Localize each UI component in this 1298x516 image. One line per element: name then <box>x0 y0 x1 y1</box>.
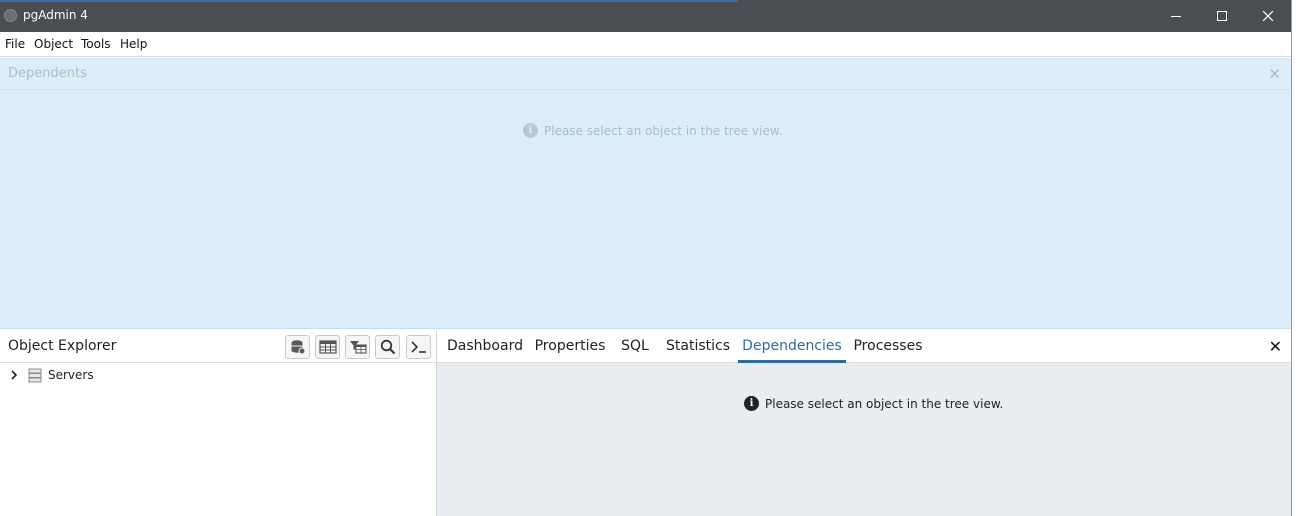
maximize-button[interactable] <box>1199 0 1245 32</box>
info-icon: i <box>523 123 538 138</box>
dependents-panel-message: i Please select an object in the tree vi… <box>523 123 782 138</box>
dependents-panel-header[interactable]: Dependents ✕ <box>0 58 1291 90</box>
terminal-icon <box>410 341 426 353</box>
tab-properties[interactable]: Properties <box>531 331 609 363</box>
query-tool-button[interactable] <box>285 335 310 359</box>
menu-file[interactable]: File <box>5 37 25 51</box>
dependencies-message-text: Please select an object in the tree view… <box>765 396 1004 411</box>
tree-item-label: Servers <box>48 368 94 382</box>
title-accent-line <box>0 0 738 2</box>
pgadmin-app-icon <box>4 9 17 22</box>
menu-bar: File Object Tools Help <box>0 32 1291 57</box>
dependents-floating-panel: Dependents ✕ i Please select an object i… <box>0 58 1291 329</box>
menu-tools[interactable]: Tools <box>81 37 111 51</box>
dependencies-message: i Please select an object in the tree vi… <box>744 396 1003 411</box>
table-icon <box>318 340 337 354</box>
close-window-button[interactable] <box>1245 0 1291 32</box>
tab-bar: Dashboard Properties SQL Statistics Depe… <box>437 331 1291 363</box>
server-group-icon <box>28 368 42 383</box>
minimize-button[interactable] <box>1153 0 1199 32</box>
search-objects-button[interactable] <box>375 335 400 359</box>
dependents-panel-close-icon[interactable]: ✕ <box>1268 65 1281 83</box>
background-window-edge <box>1291 0 1298 516</box>
close-tab-icon[interactable]: ✕ <box>1269 337 1282 356</box>
tree-item-servers[interactable]: Servers <box>0 367 430 385</box>
object-explorer-title: Object Explorer <box>8 338 117 354</box>
tab-dashboard[interactable]: Dashboard <box>441 331 529 363</box>
tab-statistics[interactable]: Statistics <box>664 331 732 363</box>
object-explorer-panel: Object Explorer Servers <box>0 331 437 516</box>
search-icon <box>380 339 395 355</box>
psql-tool-button[interactable] <box>406 335 431 359</box>
view-data-button[interactable] <box>315 335 340 359</box>
window-title: pgAdmin 4 <box>23 8 88 22</box>
tab-dependencies[interactable]: Dependencies <box>738 331 846 363</box>
filter-table-icon <box>349 341 367 354</box>
tab-processes[interactable]: Processes <box>851 331 925 363</box>
chevron-right-icon[interactable] <box>10 370 18 380</box>
menu-object[interactable]: Object <box>34 37 73 51</box>
menu-help[interactable]: Help <box>120 37 147 51</box>
pgadmin-window: pgAdmin 4 File Object Tools Help Depende… <box>0 0 1298 516</box>
close-icon <box>1262 10 1274 22</box>
object-explorer-header: Object Explorer <box>0 331 436 363</box>
minimize-icon <box>1171 16 1181 17</box>
maximize-icon <box>1217 11 1227 21</box>
main-tab-panel: Dashboard Properties SQL Statistics Depe… <box>437 331 1291 516</box>
info-icon: i <box>744 396 759 411</box>
filtered-rows-button[interactable] <box>345 335 370 359</box>
dependents-panel-title: Dependents <box>8 66 87 81</box>
database-icon <box>291 340 305 355</box>
title-bar: pgAdmin 4 <box>0 0 1291 32</box>
tab-sql[interactable]: SQL <box>617 331 653 363</box>
dependents-panel-message-text: Please select an object in the tree view… <box>544 123 783 138</box>
